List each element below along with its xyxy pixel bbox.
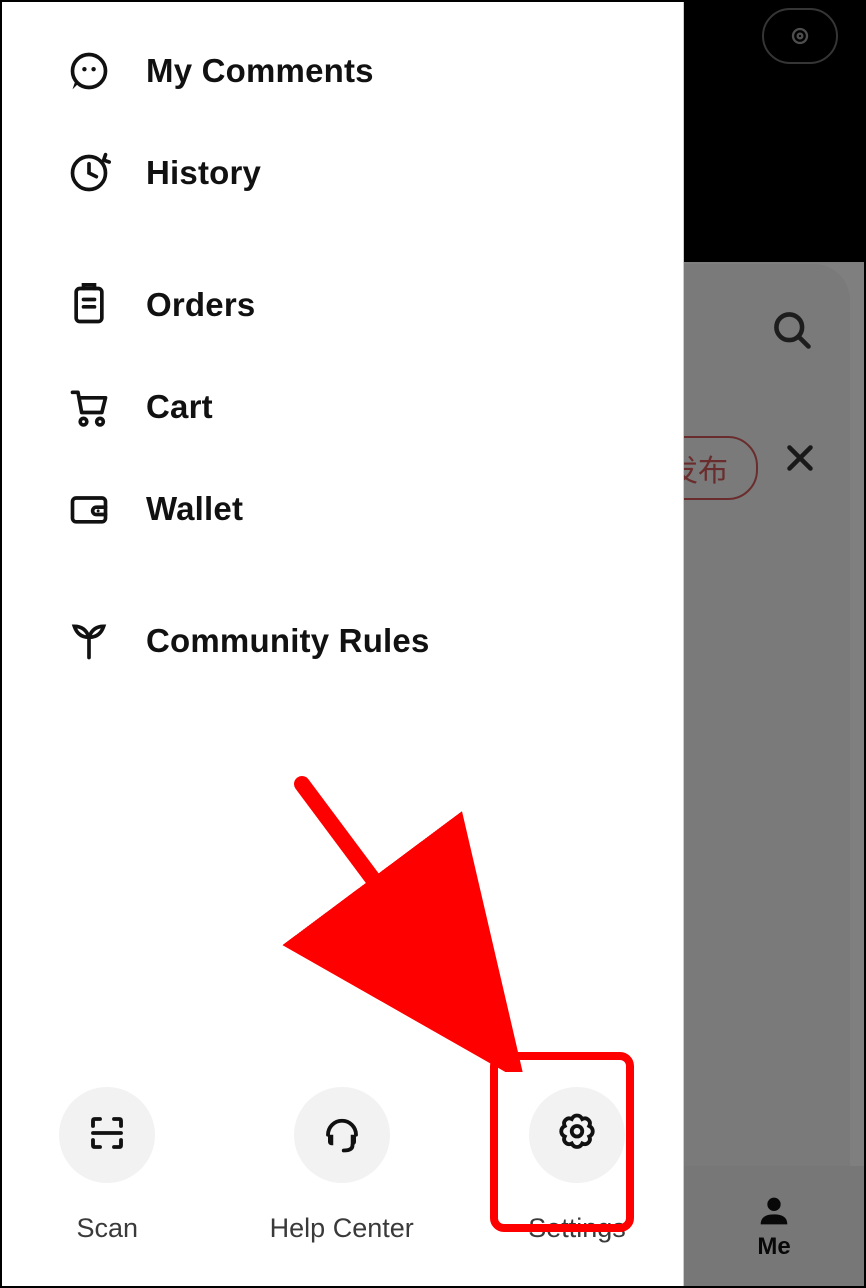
comment-icon <box>64 46 114 96</box>
sprout-icon <box>64 616 114 666</box>
scan-button[interactable]: Scan <box>59 1087 155 1244</box>
history-icon <box>64 148 114 198</box>
menu-item-label: Cart <box>146 388 213 426</box>
menu-item-orders[interactable]: Orders <box>2 254 683 356</box>
menu-item-label: Wallet <box>146 490 243 528</box>
orders-icon <box>64 280 114 330</box>
menu-item-label: History <box>146 154 261 192</box>
scan-icon <box>86 1112 128 1159</box>
bottom-item-label: Help Center <box>270 1213 414 1244</box>
menu-item-community-rules[interactable]: Community Rules <box>2 590 683 692</box>
menu-item-cart[interactable]: Cart <box>2 356 683 458</box>
help-center-button[interactable]: Help Center <box>270 1087 414 1244</box>
wallet-icon <box>64 484 114 534</box>
side-drawer: My Comments History Orders Cart Wa <box>2 2 684 1286</box>
bottom-item-label: Scan <box>76 1213 138 1244</box>
cart-icon <box>64 382 114 432</box>
menu-item-label: Orders <box>146 286 255 324</box>
settings-icon <box>556 1112 598 1159</box>
settings-button[interactable]: Settings <box>528 1087 626 1244</box>
menu-item-label: My Comments <box>146 52 374 90</box>
menu-item-history[interactable]: History <box>2 122 683 224</box>
bottom-item-label: Settings <box>528 1213 626 1244</box>
headset-icon <box>321 1112 363 1159</box>
menu-item-label: Community Rules <box>146 622 430 660</box>
menu-item-my-comments[interactable]: My Comments <box>2 20 683 122</box>
menu-item-wallet[interactable]: Wallet <box>2 458 683 560</box>
